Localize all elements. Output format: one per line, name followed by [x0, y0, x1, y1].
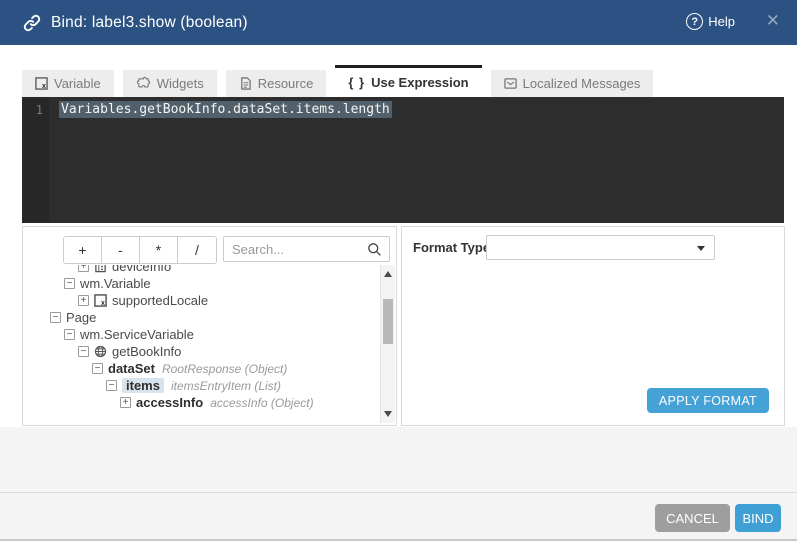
cancel-button[interactable]: CANCEL	[655, 504, 730, 532]
node-type: accessInfo (Object)	[210, 396, 313, 410]
footer-divider	[0, 492, 797, 493]
operator-button-group: + - * /	[63, 236, 217, 264]
expand-icon[interactable]: +	[120, 397, 131, 408]
tree-node-supportedlocale[interactable]: + x supportedLocale	[24, 292, 379, 309]
collapse-icon[interactable]: −	[92, 363, 103, 374]
node-label: wm.ServiceVariable	[80, 327, 194, 342]
search-input[interactable]	[224, 237, 362, 261]
tab-variable[interactable]: x Variable	[22, 70, 114, 97]
tree-node-accessinfo[interactable]: + accessInfo accessInfo (Object)	[24, 394, 379, 411]
localized-messages-icon	[504, 77, 517, 90]
help-button[interactable]: ? Help	[686, 13, 735, 30]
tree-node-page[interactable]: − Page	[24, 309, 379, 326]
variables-tree-panel: + - * / + deviceInfo − wm.Variable	[22, 226, 397, 426]
variable-icon: x	[94, 294, 107, 307]
divide-operator-button[interactable]: /	[178, 237, 216, 263]
dialog-header: Bind: label3.show (boolean) ? Help ✕	[0, 0, 797, 45]
bind-dialog: Bind: label3.show (boolean) ? Help ✕ x V…	[0, 0, 797, 541]
tab-label: Use Expression	[371, 75, 469, 90]
node-type: RootResponse (Object)	[162, 362, 287, 376]
scroll-up-icon[interactable]	[384, 271, 392, 277]
resource-icon	[239, 77, 252, 90]
dialog-footer: CANCEL BIND	[0, 427, 797, 539]
tab-label: Localized Messages	[523, 76, 641, 91]
collapse-icon[interactable]: −	[64, 329, 75, 340]
tree-node-dataset[interactable]: − dataSet RootResponse (Object)	[24, 360, 379, 377]
expand-icon[interactable]: +	[78, 295, 89, 306]
node-label: items	[122, 378, 164, 393]
close-icon[interactable]: ✕	[766, 11, 780, 31]
editor-gutter: 1	[22, 97, 49, 223]
tab-bar: x Variable Widgets Resource { } Use Expr…	[22, 65, 662, 97]
tree-node-deviceinfo[interactable]: + deviceInfo	[24, 265, 379, 275]
tab-localized-messages[interactable]: Localized Messages	[491, 70, 654, 97]
expand-icon[interactable]: +	[78, 265, 89, 272]
editor-code-area[interactable]: Variables.getBookInfo.dataSet.items.leng…	[49, 97, 784, 223]
expression-text[interactable]: Variables.getBookInfo.dataSet.items.leng…	[59, 101, 392, 118]
expression-editor[interactable]: 1 Variables.getBookInfo.dataSet.items.le…	[22, 97, 784, 223]
collapse-icon[interactable]: −	[78, 346, 89, 357]
expression-braces-icon: { }	[348, 75, 365, 90]
scroll-down-icon[interactable]	[384, 411, 392, 417]
bind-button[interactable]: BIND	[735, 504, 781, 532]
svg-text:x: x	[42, 83, 46, 90]
node-label: dataSet	[108, 361, 155, 376]
dropdown-caret-icon	[697, 246, 705, 251]
node-label: wm.Variable	[80, 276, 151, 291]
plus-operator-button[interactable]: +	[64, 237, 102, 263]
dialog-title: Bind: label3.show (boolean)	[51, 14, 248, 32]
tab-resource[interactable]: Resource	[226, 70, 327, 97]
svg-text:x: x	[101, 300, 105, 307]
help-icon: ?	[686, 13, 703, 30]
bind-link-icon	[22, 13, 42, 33]
apply-format-button[interactable]: APPLY FORMAT	[647, 388, 769, 413]
format-panel: Format Type APPLY FORMAT	[401, 226, 785, 426]
tree-scrollbar[interactable]	[380, 265, 395, 423]
tree-node-wm-servicevariable[interactable]: − wm.ServiceVariable	[24, 326, 379, 343]
collapse-icon[interactable]: −	[64, 278, 75, 289]
service-variable-globe-icon	[94, 345, 107, 358]
collapse-icon[interactable]: −	[106, 380, 117, 391]
tab-label: Resource	[258, 76, 314, 91]
widgets-icon	[136, 76, 151, 91]
node-label: supportedLocale	[112, 293, 208, 308]
collapse-icon[interactable]: −	[50, 312, 61, 323]
tab-label: Widgets	[157, 76, 204, 91]
device-icon	[94, 265, 107, 273]
line-number: 1	[22, 103, 43, 117]
format-type-label: Format Type	[413, 240, 490, 255]
node-type: itemsEntryItem (List)	[171, 379, 281, 393]
node-label: accessInfo	[136, 395, 203, 410]
tab-widgets[interactable]: Widgets	[123, 70, 217, 97]
tab-use-expression[interactable]: { } Use Expression	[335, 65, 481, 97]
node-label: deviceInfo	[112, 265, 171, 274]
tree-node-items-selected[interactable]: − items itemsEntryItem (List)	[24, 377, 379, 394]
scrollbar-thumb[interactable]	[383, 299, 393, 344]
tree-search-box	[223, 236, 390, 262]
variables-tree: + deviceInfo − wm.Variable + x supported…	[24, 265, 379, 423]
format-type-select[interactable]	[486, 235, 715, 260]
tab-label: Variable	[54, 76, 101, 91]
minus-operator-button[interactable]: -	[102, 237, 140, 263]
node-label: getBookInfo	[112, 344, 181, 359]
variable-icon: x	[35, 77, 48, 90]
node-label: Page	[66, 310, 96, 325]
tree-node-getbookinfo[interactable]: − getBookInfo	[24, 343, 379, 360]
multiply-operator-button[interactable]: *	[140, 237, 178, 263]
tree-node-wm-variable[interactable]: − wm.Variable	[24, 275, 379, 292]
search-icon	[367, 242, 382, 262]
